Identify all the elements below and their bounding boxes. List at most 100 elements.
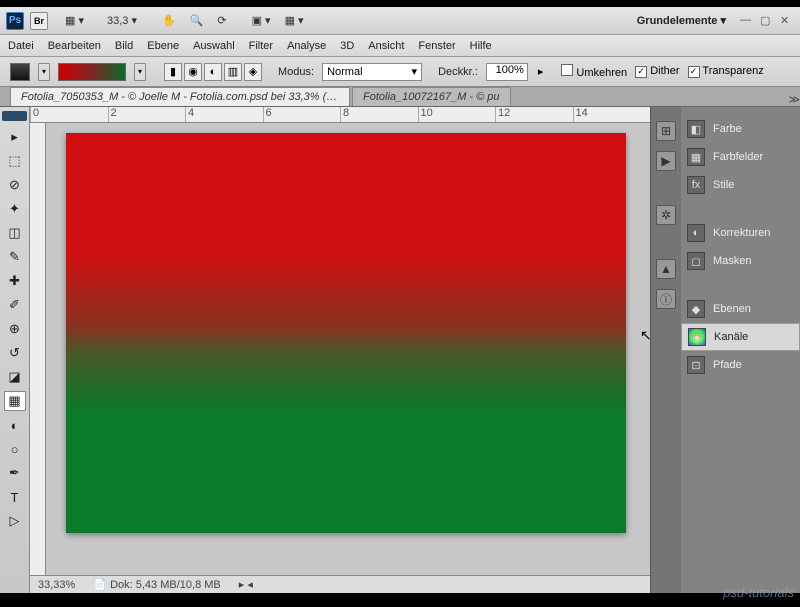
menu-3d[interactable]: 3D	[340, 40, 354, 52]
panel-kanaele[interactable]: ◉Kanäle↖	[681, 323, 800, 351]
options-bar: ▾ ▾ ▮ ◉ ◐ ▥ ◈ Modus: Normal▾ Deckkr.: 10…	[0, 57, 800, 87]
dodge-tool-icon[interactable]: ○	[4, 439, 26, 459]
maximize-icon[interactable]: ▢	[760, 14, 774, 28]
menu-bild[interactable]: Bild	[115, 40, 133, 52]
adjust-icon[interactable]: ▲	[656, 259, 676, 279]
type-tool-icon[interactable]: T	[4, 487, 26, 507]
pen-tool-icon[interactable]: ✒	[4, 463, 26, 483]
tool-preset[interactable]	[10, 63, 30, 81]
menu-auswahl[interactable]: Auswahl	[193, 40, 235, 52]
layout-menu-icon[interactable]: ▦ ▾	[61, 12, 88, 29]
dither-checkbox[interactable]: ✓	[635, 66, 647, 78]
screen-mode-icon[interactable]: ▣ ▾	[248, 12, 275, 29]
panel-korrekturen[interactable]: ◐Korrekturen	[681, 219, 800, 247]
panel-farbe[interactable]: ◧Farbe	[681, 115, 800, 143]
toolbox: ▸ ⬚ ⊘ ✦ ◫ ✎ ✚ ✐ ⊕ ↺ ◪ ▦ ◐ ○ ✒ T ▷	[0, 107, 30, 593]
status-doc: 📄 Dok: 5,43 MB/10,8 MB	[93, 578, 220, 591]
close-icon[interactable]: ✕	[780, 14, 794, 28]
cursor-icon: ↖	[640, 327, 652, 344]
umkehren-label: Umkehren	[576, 67, 627, 79]
gradient-arrow[interactable]: ▾	[134, 63, 146, 81]
eraser-tool-icon[interactable]: ◪	[4, 367, 26, 387]
radial-gradient-icon[interactable]: ◉	[184, 63, 202, 81]
marquee-tool-icon[interactable]: ⬚	[4, 151, 26, 171]
transparenz-label: Transparenz	[702, 65, 763, 77]
move-tool-icon[interactable]: ▸	[4, 127, 26, 147]
blur-tool-icon[interactable]: ◐	[4, 415, 26, 435]
channels-icon: ◉	[688, 328, 706, 346]
watermark: psd-tutorials	[723, 585, 794, 593]
hand-icon[interactable]: ✋	[158, 12, 180, 29]
reflected-gradient-icon[interactable]: ▥	[224, 63, 242, 81]
document-tabs: Fotolia_7050353_M - © Joelle M - Fotolia…	[0, 87, 800, 107]
dither-label: Dither	[650, 65, 679, 77]
brush-tool-icon[interactable]: ✐	[4, 295, 26, 315]
tab-active[interactable]: Fotolia_7050353_M - © Joelle M - Fotolia…	[10, 87, 350, 106]
panel-farbfelder[interactable]: ▦Farbfelder	[681, 143, 800, 171]
crop-tool-icon[interactable]: ◫	[4, 223, 26, 243]
menu-datei[interactable]: Datei	[8, 40, 34, 52]
ruler-horizontal: 02468101214	[30, 107, 650, 123]
workspace-switcher[interactable]: Grundelemente ▾	[629, 12, 734, 29]
layers-icon: ◆	[687, 300, 705, 318]
document[interactable]	[66, 133, 626, 533]
lasso-tool-icon[interactable]: ⊘	[4, 175, 26, 195]
histogram-icon[interactable]: ⊞	[656, 121, 676, 141]
rotate-icon[interactable]: ⟳	[213, 12, 230, 29]
canvas[interactable]	[46, 123, 650, 575]
opacity-input[interactable]: 100%	[486, 63, 528, 81]
healing-tool-icon[interactable]: ✚	[4, 271, 26, 291]
navigator-icon[interactable]: ▶	[656, 151, 676, 171]
menu-bearbeiten[interactable]: Bearbeiten	[48, 40, 101, 52]
panel-ebenen[interactable]: ◆Ebenen	[681, 295, 800, 323]
menubar: Datei Bearbeiten Bild Ebene Auswahl Filt…	[0, 35, 800, 57]
linear-gradient-icon[interactable]: ▮	[164, 63, 182, 81]
tool-preset-arrow[interactable]: ▾	[38, 63, 50, 81]
paths-icon: ⊡	[687, 356, 705, 374]
ruler-vertical	[30, 123, 46, 575]
angle-gradient-icon[interactable]: ◐	[204, 63, 222, 81]
gradient-type-buttons: ▮ ◉ ◐ ▥ ◈	[164, 63, 262, 81]
photoshop-icon: Ps	[6, 12, 24, 30]
tab-nav-arrows[interactable]: ≫	[788, 93, 800, 106]
swatches-icon: ▦	[687, 148, 705, 166]
menu-analyse[interactable]: Analyse	[287, 40, 326, 52]
path-tool-icon[interactable]: ▷	[4, 511, 26, 531]
panel-masken[interactable]: ◻Masken	[681, 247, 800, 275]
umkehren-checkbox[interactable]	[561, 64, 573, 76]
masks-icon: ◻	[687, 252, 705, 270]
info-icon[interactable]: ⓘ	[656, 289, 676, 309]
blend-mode-select[interactable]: Normal▾	[322, 63, 422, 81]
modus-label: Modus:	[278, 66, 314, 78]
gradient-preview[interactable]	[58, 63, 126, 81]
menu-filter[interactable]: Filter	[249, 40, 273, 52]
color-icon: ◧	[687, 120, 705, 138]
history-brush-icon[interactable]: ↺	[4, 343, 26, 363]
menu-fenster[interactable]: Fenster	[418, 40, 455, 52]
menu-ebene[interactable]: Ebene	[147, 40, 179, 52]
arrange-icon[interactable]: ▦ ▾	[281, 12, 308, 29]
panel-stile[interactable]: fxStile	[681, 171, 800, 199]
diamond-gradient-icon[interactable]: ◈	[244, 63, 262, 81]
panel-pfade[interactable]: ⊡Pfade	[681, 351, 800, 379]
bridge-icon[interactable]: Br	[30, 12, 48, 30]
titlebar: Ps Br ▦ ▾ 33,3 ▾ ✋ 🔍 ⟳ ▣ ▾ ▦ ▾ Grundelem…	[0, 7, 800, 35]
gradient-tool-icon[interactable]: ▦	[4, 391, 26, 411]
menu-hilfe[interactable]: Hilfe	[470, 40, 492, 52]
opacity-label: Deckkr.:	[438, 66, 478, 78]
minimize-icon[interactable]: —	[740, 14, 754, 28]
tab-inactive[interactable]: Fotolia_10072167_M - © pu	[352, 87, 511, 106]
wheel-icon[interactable]: ✲	[656, 205, 676, 225]
zoom-icon[interactable]: 🔍	[186, 12, 208, 29]
stamp-tool-icon[interactable]: ⊕	[4, 319, 26, 339]
zoom-value[interactable]: 33,3 ▾	[103, 12, 141, 29]
corrections-icon: ◐	[687, 224, 705, 242]
right-panels: ⊞ ▶ ✲ ▲ ⓘ ◧Farbe ▦Farbfelder fxStile ◐Ko…	[650, 107, 800, 593]
statusbar: 33,33% 📄 Dok: 5,43 MB/10,8 MB ▸ ◂ psd-tu…	[30, 575, 650, 593]
status-zoom[interactable]: 33,33%	[38, 579, 75, 591]
transparenz-checkbox[interactable]: ✓	[688, 66, 700, 78]
styles-icon: fx	[687, 176, 705, 194]
wand-tool-icon[interactable]: ✦	[4, 199, 26, 219]
menu-ansicht[interactable]: Ansicht	[368, 40, 404, 52]
eyedropper-tool-icon[interactable]: ✎	[4, 247, 26, 267]
